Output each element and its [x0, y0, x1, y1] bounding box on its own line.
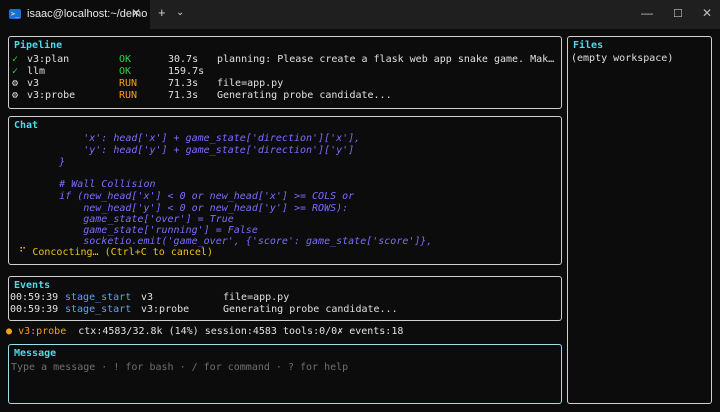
stage-name: v3:probe	[27, 90, 76, 101]
pipeline-title: Pipeline	[14, 40, 63, 51]
pipeline-row: ⚙ v3:probe RUN 71.3s Generating probe ca…	[9, 90, 559, 102]
event-detail: Generating probe candidate...	[223, 304, 398, 315]
stage-time: 159.7s	[168, 66, 205, 77]
stage-name: llm	[27, 66, 46, 77]
maximize-button[interactable]: ☐	[673, 7, 683, 20]
stage-status: RUN	[119, 90, 138, 101]
chat-panel[interactable]: Chat 'x': head['x'] + game_state['direct…	[8, 116, 562, 265]
event-time: 00:59:39	[10, 292, 59, 303]
message-input[interactable]	[11, 360, 551, 374]
event-kind: stage_start	[65, 304, 132, 315]
message-panel: Message	[8, 344, 562, 404]
terminal-tab[interactable]: >_ isaac@localhost:~/demo ✕	[0, 0, 150, 29]
events-title: Events	[14, 280, 51, 291]
gear-icon: ⚙	[12, 78, 19, 89]
stage-time: 71.3s	[168, 90, 199, 101]
pipeline-row: ✓ llm OK 159.7s	[9, 66, 559, 78]
code-line: 'x': head['x'] + game_state['direction']…	[11, 133, 361, 144]
code-line: # Wall Collision	[11, 179, 156, 190]
terminal-icon: >_	[9, 9, 21, 19]
code-line: if (new_head['x'] < 0 or new_head['x'] >…	[11, 191, 355, 202]
stage-name: v3	[27, 78, 40, 89]
code-line: }	[11, 157, 66, 168]
files-panel: Files (empty workspace)	[567, 36, 712, 404]
event-detail: file=app.py	[223, 292, 290, 303]
close-window-button[interactable]: ✕	[702, 6, 712, 20]
code-line: 'y': head['y'] + game_state['direction']…	[11, 145, 355, 156]
message-title: Message	[14, 348, 57, 359]
new-tab-button[interactable]: +	[158, 5, 166, 20]
stage-name: v3:plan	[27, 54, 70, 65]
chevron-down-icon[interactable]: ⌄	[176, 7, 184, 18]
title-bar: >_ isaac@localhost:~/demo ✕ + ⌄ — ☐ ✕	[0, 0, 720, 29]
events-panel: Events 00:59:39 stage_start v3 file=app.…	[8, 276, 562, 321]
chat-title: Chat	[14, 120, 39, 131]
pipeline-panel: Pipeline ✓ v3:plan OK 30.7s planning: Pl…	[8, 36, 562, 109]
stage-status: OK	[119, 54, 132, 65]
check-icon: ✓	[12, 66, 19, 77]
event-kind: stage_start	[65, 292, 132, 303]
stage-time: 71.3s	[168, 78, 199, 89]
event-time: 00:59:39	[10, 304, 59, 315]
gear-icon: ⚙	[12, 90, 19, 101]
tab-title: isaac@localhost:~/demo	[27, 8, 148, 20]
files-empty-text: (empty workspace)	[571, 53, 674, 64]
stage-status: RUN	[119, 78, 138, 89]
files-title: Files	[573, 40, 604, 51]
event-stage: v3:probe	[141, 304, 190, 315]
stage-status: OK	[119, 66, 132, 77]
spinner-status: ⠋ Concocting… (Ctrl+C to cancel)	[19, 247, 213, 258]
tab-close-icon[interactable]: ✕	[131, 6, 141, 20]
stage-time: 30.7s	[168, 54, 199, 65]
status-bar: ● v3:probe ctx:4583/32.8k (14%) session:…	[6, 326, 403, 338]
stage-detail: planning: Please create a flask web app …	[217, 54, 559, 65]
stage-detail: file=app.py	[217, 78, 284, 89]
status-dot-icon: ●	[6, 326, 13, 337]
pipeline-row: ⚙ v3 RUN 71.3s file=app.py	[9, 78, 559, 90]
status-metrics: ctx:4583/32.8k (14%) session:4583 tools:…	[78, 326, 404, 337]
pipeline-row: ✓ v3:plan OK 30.7s planning: Please crea…	[9, 54, 559, 66]
minimize-button[interactable]: —	[641, 6, 653, 20]
event-stage: v3	[141, 292, 154, 303]
check-icon: ✓	[12, 54, 19, 65]
status-stage: v3:probe	[18, 326, 67, 337]
stage-detail: Generating probe candidate...	[217, 90, 392, 101]
